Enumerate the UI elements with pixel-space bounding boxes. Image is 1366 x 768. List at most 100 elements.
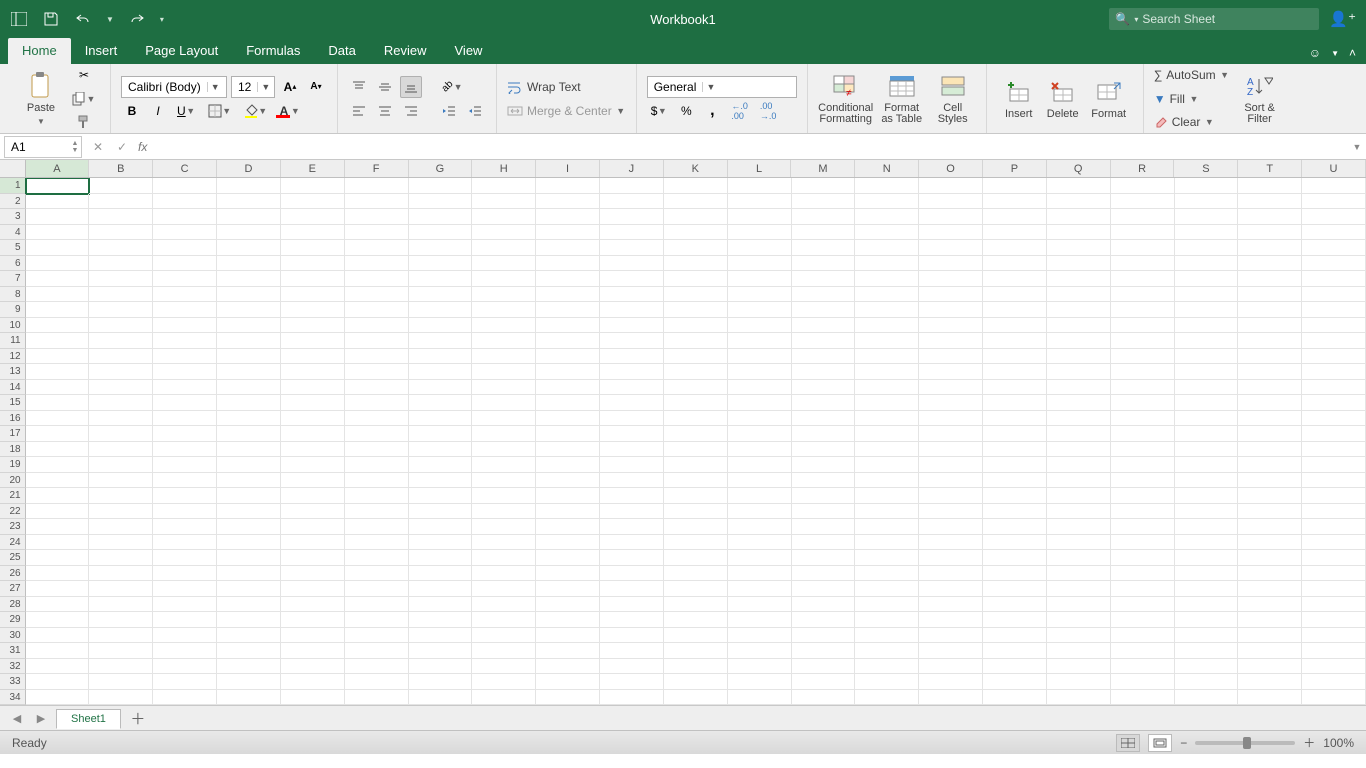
cell[interactable] bbox=[153, 566, 217, 582]
cell[interactable] bbox=[855, 597, 919, 613]
cell[interactable] bbox=[1302, 364, 1366, 380]
cell[interactable] bbox=[1111, 256, 1175, 272]
cell[interactable] bbox=[153, 178, 217, 194]
cell[interactable] bbox=[1175, 178, 1239, 194]
cell[interactable] bbox=[409, 209, 473, 225]
cell[interactable] bbox=[345, 349, 409, 365]
cell[interactable] bbox=[472, 674, 536, 690]
cell[interactable] bbox=[409, 194, 473, 210]
cell[interactable] bbox=[472, 690, 536, 706]
cell[interactable] bbox=[409, 597, 473, 613]
cell[interactable] bbox=[600, 550, 664, 566]
cell[interactable] bbox=[1111, 659, 1175, 675]
cell[interactable] bbox=[1302, 690, 1366, 706]
cell[interactable] bbox=[89, 380, 153, 396]
cell[interactable] bbox=[409, 581, 473, 597]
cell[interactable] bbox=[1047, 178, 1111, 194]
cell[interactable] bbox=[600, 256, 664, 272]
cell[interactable] bbox=[1238, 674, 1302, 690]
cell[interactable] bbox=[600, 457, 664, 473]
cell[interactable] bbox=[217, 411, 281, 427]
cell[interactable] bbox=[1047, 519, 1111, 535]
column-header[interactable]: C bbox=[153, 160, 217, 177]
cell[interactable] bbox=[217, 333, 281, 349]
column-header[interactable]: H bbox=[472, 160, 536, 177]
cell[interactable] bbox=[1111, 395, 1175, 411]
row-header[interactable]: 22 bbox=[0, 504, 26, 520]
cell[interactable] bbox=[217, 597, 281, 613]
cell[interactable] bbox=[1238, 209, 1302, 225]
cell[interactable] bbox=[89, 690, 153, 706]
cell[interactable] bbox=[1175, 597, 1239, 613]
cell[interactable] bbox=[983, 674, 1047, 690]
cell[interactable] bbox=[792, 287, 856, 303]
cell[interactable] bbox=[536, 240, 600, 256]
cell[interactable] bbox=[26, 612, 90, 628]
cell[interactable] bbox=[217, 194, 281, 210]
cell[interactable] bbox=[983, 550, 1047, 566]
column-header[interactable]: F bbox=[345, 160, 409, 177]
cell[interactable] bbox=[153, 504, 217, 520]
cell[interactable] bbox=[664, 659, 728, 675]
cell[interactable] bbox=[983, 519, 1047, 535]
cell[interactable] bbox=[409, 628, 473, 644]
cell[interactable] bbox=[664, 209, 728, 225]
cell[interactable] bbox=[89, 581, 153, 597]
cell[interactable] bbox=[1047, 442, 1111, 458]
cell[interactable] bbox=[536, 349, 600, 365]
cell[interactable] bbox=[345, 550, 409, 566]
cell[interactable] bbox=[1047, 643, 1111, 659]
cell[interactable] bbox=[600, 287, 664, 303]
cell[interactable] bbox=[855, 178, 919, 194]
cell[interactable] bbox=[409, 690, 473, 706]
cell[interactable] bbox=[1302, 287, 1366, 303]
cell[interactable] bbox=[536, 519, 600, 535]
cell[interactable] bbox=[728, 380, 792, 396]
cell[interactable] bbox=[983, 690, 1047, 706]
cell[interactable] bbox=[1111, 581, 1175, 597]
cell[interactable] bbox=[792, 659, 856, 675]
delete-cells-button[interactable]: Delete bbox=[1041, 68, 1085, 130]
cell[interactable] bbox=[26, 457, 90, 473]
cell[interactable] bbox=[983, 395, 1047, 411]
cell[interactable] bbox=[855, 566, 919, 582]
cell[interactable] bbox=[26, 209, 90, 225]
cell[interactable] bbox=[1047, 256, 1111, 272]
cell[interactable] bbox=[1111, 473, 1175, 489]
column-header[interactable]: O bbox=[919, 160, 983, 177]
cell[interactable] bbox=[855, 395, 919, 411]
cell[interactable] bbox=[153, 550, 217, 566]
cell[interactable] bbox=[792, 519, 856, 535]
cell[interactable] bbox=[919, 225, 983, 241]
cell[interactable] bbox=[919, 395, 983, 411]
row-header[interactable]: 4 bbox=[0, 225, 26, 241]
align-top-button[interactable] bbox=[348, 76, 370, 98]
cell[interactable] bbox=[1111, 225, 1175, 241]
cell[interactable] bbox=[281, 395, 345, 411]
cell[interactable] bbox=[1238, 287, 1302, 303]
cell[interactable] bbox=[728, 690, 792, 706]
cell[interactable] bbox=[409, 643, 473, 659]
cell[interactable] bbox=[472, 256, 536, 272]
cell[interactable] bbox=[664, 380, 728, 396]
cell[interactable] bbox=[919, 349, 983, 365]
cell[interactable] bbox=[153, 225, 217, 241]
cell[interactable] bbox=[89, 256, 153, 272]
cell[interactable] bbox=[983, 488, 1047, 504]
cell[interactable] bbox=[919, 364, 983, 380]
cell[interactable] bbox=[600, 643, 664, 659]
cell[interactable] bbox=[792, 302, 856, 318]
wrap-text-button[interactable]: Wrap Text bbox=[507, 76, 626, 98]
cell[interactable] bbox=[1175, 395, 1239, 411]
cell[interactable] bbox=[728, 597, 792, 613]
add-sheet-button[interactable]: ＋ bbox=[127, 708, 149, 729]
cell[interactable] bbox=[728, 194, 792, 210]
cell[interactable] bbox=[26, 581, 90, 597]
column-header[interactable]: N bbox=[855, 160, 919, 177]
cell[interactable] bbox=[153, 318, 217, 334]
cell[interactable] bbox=[728, 225, 792, 241]
cell[interactable] bbox=[472, 612, 536, 628]
cell[interactable] bbox=[664, 194, 728, 210]
column-header[interactable]: S bbox=[1174, 160, 1238, 177]
cell[interactable] bbox=[855, 256, 919, 272]
